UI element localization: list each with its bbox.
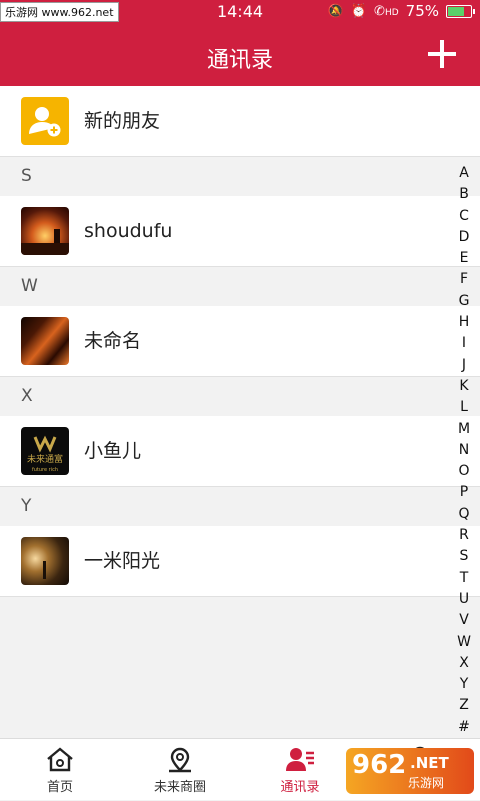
clock-icon: ⏰ <box>350 3 368 19</box>
contact-row[interactable]: 一米阳光 <box>0 526 480 597</box>
contact-name: 未命名 <box>84 330 142 352</box>
home-icon <box>47 747 73 772</box>
index-letter[interactable]: I <box>462 333 466 354</box>
new-friends-row[interactable]: 新的朋友 <box>0 86 480 157</box>
contact-name: 小鱼儿 <box>84 440 142 462</box>
index-letter[interactable]: O <box>458 461 469 482</box>
index-letter[interactable]: Y <box>460 674 469 695</box>
tab-label: 通讯录 <box>280 780 320 795</box>
index-letter[interactable]: N <box>459 440 469 461</box>
contact-avatar <box>21 207 69 255</box>
tab-home[interactable]: 首页 <box>0 739 120 801</box>
index-letter[interactable]: E <box>460 248 469 269</box>
index-letter[interactable]: T <box>460 568 469 589</box>
new-friends-label: 新的朋友 <box>84 110 161 132</box>
index-letter[interactable]: S <box>460 546 469 567</box>
contact-avatar: 未来通富 future rich <box>21 427 69 475</box>
page-title: 通讯录 <box>206 48 273 73</box>
location-pin-icon <box>169 747 191 773</box>
contact-avatar <box>21 317 69 365</box>
watermark-number: 962 <box>352 750 407 780</box>
battery-icon <box>446 4 475 18</box>
tab-label: 未来商圈 <box>153 780 206 795</box>
index-letter[interactable]: X <box>459 653 469 674</box>
tab-contacts[interactable]: 通讯录 <box>240 739 360 801</box>
contact-row[interactable]: shoudufu <box>0 196 480 267</box>
index-letter[interactable]: J <box>462 355 466 376</box>
watermark-text: 乐游网 <box>408 776 445 790</box>
index-letter[interactable]: B <box>459 184 469 205</box>
contacts-icon <box>286 748 314 771</box>
index-letter[interactable]: # <box>458 717 470 738</box>
add-person-icon <box>21 97 69 145</box>
status-right: 🔕 ⏰ ✆HD 75% <box>327 2 475 20</box>
index-letter[interactable]: Q <box>458 504 469 525</box>
section-header-w: W <box>0 267 480 306</box>
contact-row[interactable]: 未命名 <box>0 306 480 377</box>
tab-future-circle[interactable]: 未来商圈 <box>120 739 240 801</box>
bottom-tab-bar: 首页 未来商圈 通讯录 962 .NET 乐游网 <box>0 738 480 800</box>
contact-row[interactable]: 未来通富 future rich 小鱼儿 <box>0 416 480 487</box>
section-header-y: Y <box>0 487 480 526</box>
tab-label: 首页 <box>46 780 73 795</box>
contact-name: shoudufu <box>84 220 173 242</box>
hd-label: HD <box>384 7 399 18</box>
avatar-brand-text: 未来通富 <box>27 453 63 465</box>
index-letter[interactable]: P <box>460 482 468 503</box>
index-letter[interactable]: H <box>459 312 470 333</box>
site-logo-watermark: 962 .NET 乐游网 <box>346 748 474 794</box>
index-letter[interactable]: L <box>460 397 468 418</box>
battery-fill <box>448 6 464 16</box>
index-letter[interactable]: G <box>459 291 470 312</box>
hd-call-icon: ✆HD <box>374 3 399 19</box>
alphabet-index[interactable]: A B C D E F G H I J K L M N O P Q R S T U V W X Y Z # <box>454 163 474 738</box>
index-letter[interactable]: W <box>457 632 471 653</box>
index-letter[interactable]: M <box>458 419 470 440</box>
plus-icon[interactable] <box>422 34 462 74</box>
index-letter[interactable]: Z <box>459 695 469 716</box>
index-letter[interactable]: A <box>459 163 469 184</box>
index-letter[interactable]: D <box>459 227 470 248</box>
index-letter[interactable]: K <box>459 376 468 397</box>
section-header-s: S <box>0 157 480 196</box>
top-nav-bar: 通讯录 <box>0 24 480 86</box>
watermark-net: .NET <box>410 754 449 772</box>
avatar-brand-subtext: future rich <box>32 467 58 473</box>
index-letter[interactable]: U <box>459 589 469 610</box>
contact-name: 一米阳光 <box>84 550 161 572</box>
alarm-icon: 🔕 <box>327 3 344 19</box>
index-letter[interactable]: R <box>459 525 469 546</box>
index-letter[interactable]: C <box>459 206 469 227</box>
status-bar: 乐游网 www.962.net 14:44 🔕 ⏰ ✆HD 75% <box>0 0 480 24</box>
contact-list: 新的朋友 S shoudufu W 未命名 X 未来通富 future rich… <box>0 86 480 597</box>
index-letter[interactable]: V <box>459 610 469 631</box>
battery-percent: 75% <box>405 2 439 20</box>
contact-avatar <box>21 537 69 585</box>
index-letter[interactable]: F <box>460 269 468 290</box>
section-header-x: X <box>0 377 480 416</box>
